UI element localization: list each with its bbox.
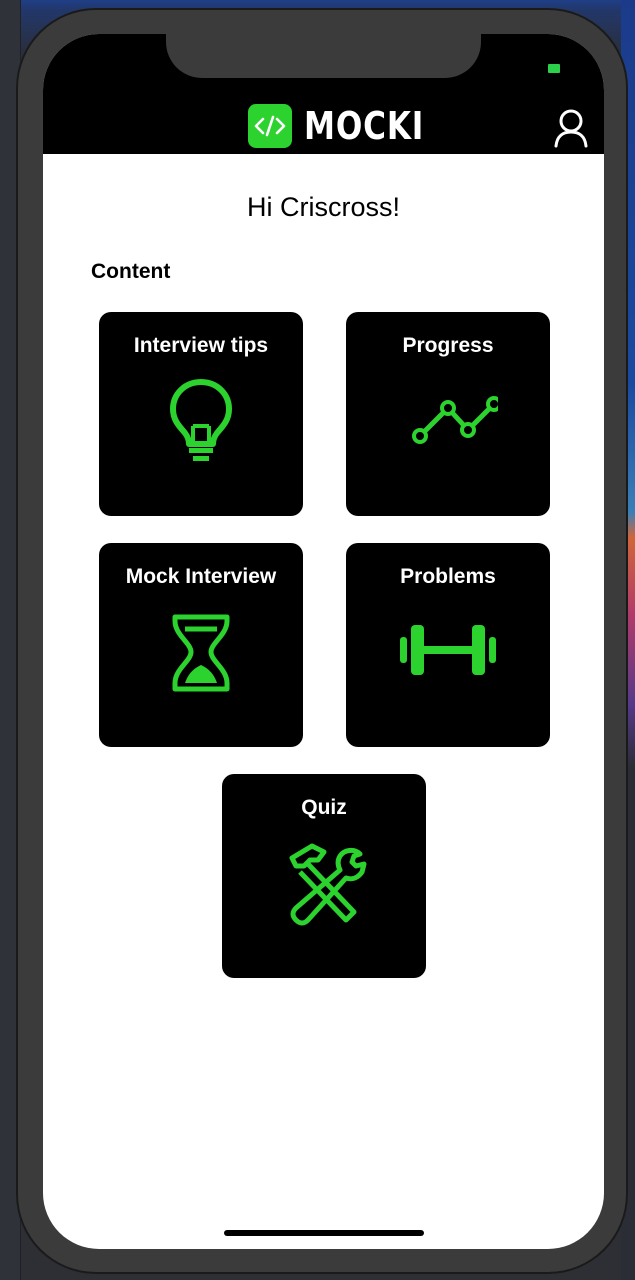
battery-icon	[548, 64, 560, 73]
home-indicator[interactable]	[224, 1230, 424, 1236]
card-progress[interactable]: Progress	[346, 312, 550, 516]
app-screen: MOCKI Hi Criscross! Content Interview ti…	[43, 34, 604, 1249]
phone-notch	[166, 34, 481, 78]
app-header: MOCKI	[43, 34, 604, 154]
card-label: Interview tips	[133, 334, 269, 357]
card-mock-interview[interactable]: Mock Interview	[99, 543, 303, 747]
brand-name: MOCKI	[304, 104, 425, 148]
tools-icon	[289, 843, 367, 926]
card-label: Progress	[402, 334, 494, 357]
profile-button[interactable]	[553, 108, 589, 148]
card-problems[interactable]: Problems	[346, 543, 550, 747]
card-label: Mock Interview	[125, 565, 277, 588]
code-brackets-icon	[248, 104, 292, 148]
lightbulb-icon	[170, 379, 232, 461]
hourglass-icon	[172, 614, 230, 692]
brand: MOCKI	[248, 104, 451, 148]
card-label: Quiz	[301, 796, 347, 819]
user-icon	[554, 109, 588, 148]
card-label: Problems	[400, 565, 496, 588]
line-chart-icon	[412, 396, 498, 444]
card-interview-tips[interactable]: Interview tips	[99, 312, 303, 516]
greeting-text: Hi Criscross!	[247, 192, 400, 222]
section-title: Content	[91, 260, 171, 283]
phone-frame: MOCKI Hi Criscross! Content Interview ti…	[16, 8, 628, 1274]
card-quiz[interactable]: Quiz	[222, 774, 426, 978]
dumbbell-icon	[400, 625, 496, 675]
